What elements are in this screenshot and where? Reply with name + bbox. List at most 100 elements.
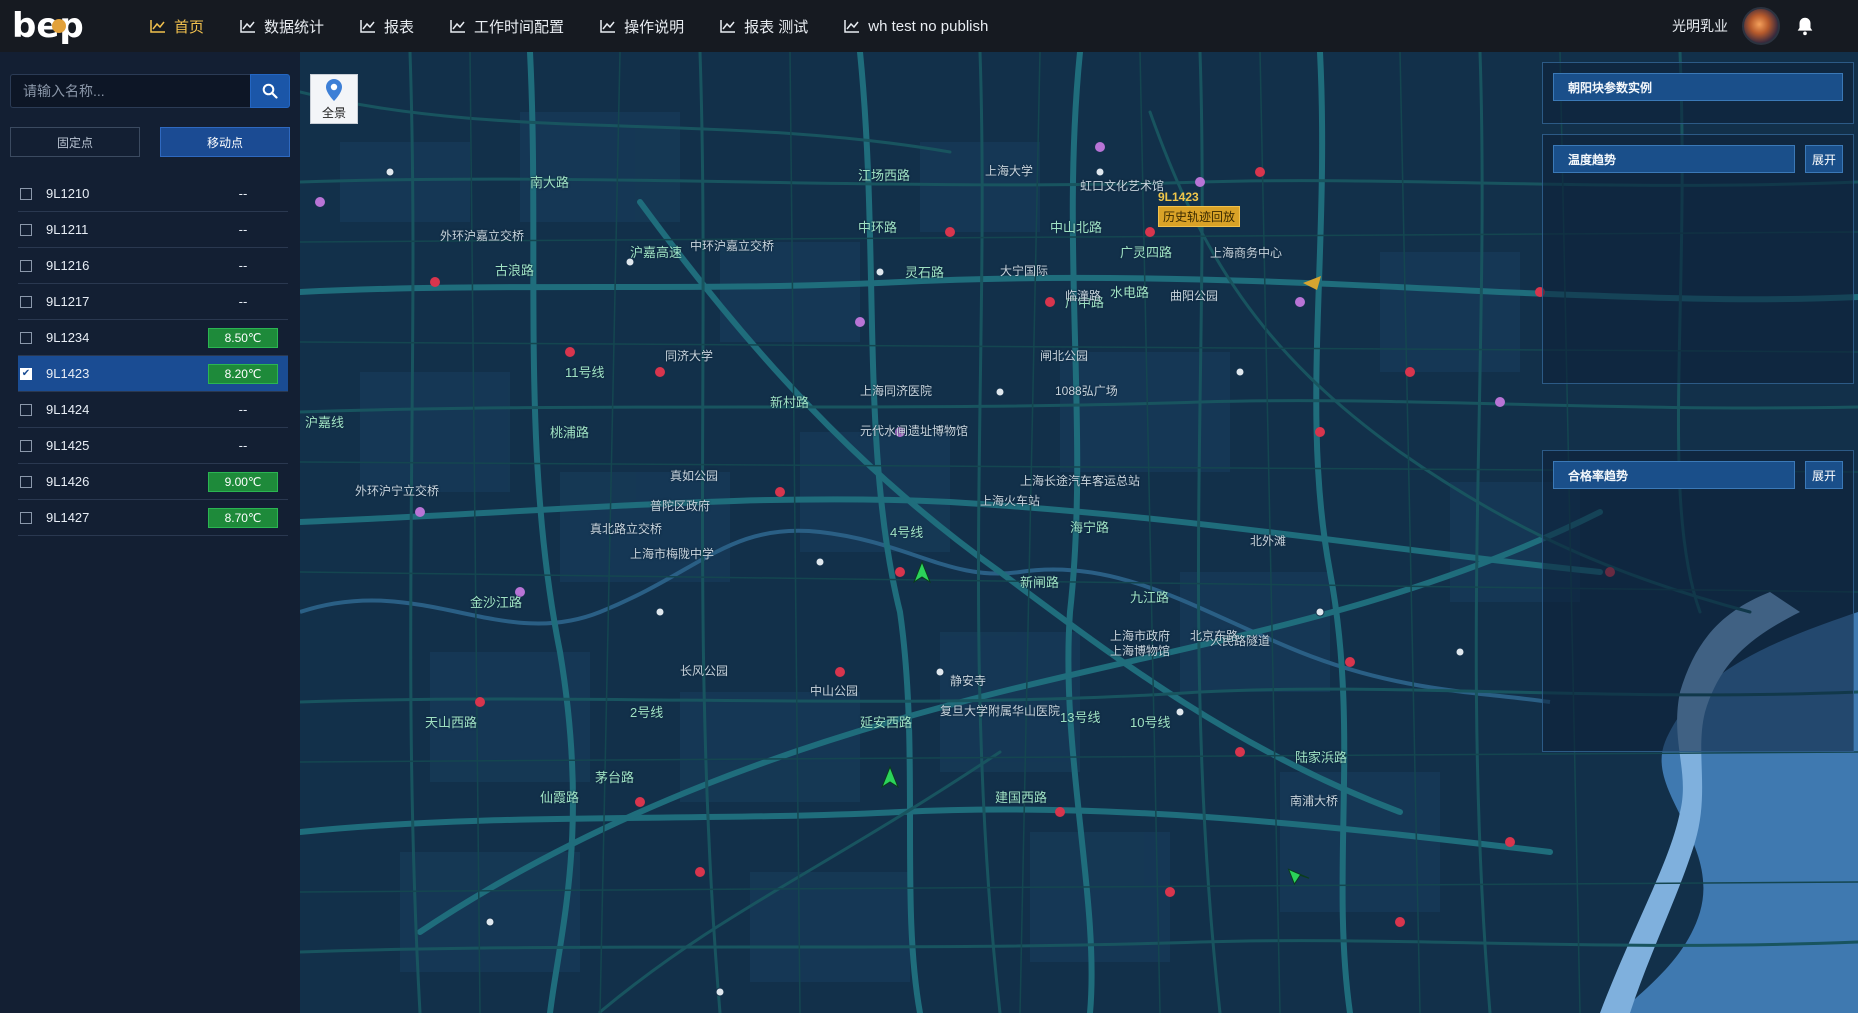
temperature-trend-title: 温度趋势 [1553,145,1795,173]
line-chart-icon [450,20,466,33]
map-road-label: 金沙江路 [470,595,523,610]
pass-rate-trend-panel: 合格率趋势 展开 [1542,450,1854,752]
map-place-label: 中山公园 [810,684,859,698]
map-road-label: 江场西路 [858,168,911,183]
map-place-label: 同济大学 [665,349,714,363]
map-place-label: 大宁国际 [1000,264,1049,278]
map-place-label: 外环沪嘉立交桥 [440,229,525,243]
device-checkbox[interactable] [20,331,32,344]
tab-mobile-points[interactable]: 移动点 [160,127,290,157]
map-road-label: 13号线 [1060,710,1101,725]
map-place-label: 上海市梅陇中学 [630,547,715,561]
map-road-label: 2号线 [630,705,664,720]
device-name: 9L1234 [46,330,90,345]
search-button[interactable] [250,74,290,108]
device-checkbox[interactable] [20,259,32,272]
map-place-label: 上海火车站 [980,494,1041,508]
map-road-label: 4号线 [890,525,924,540]
device-row[interactable]: 9L1211 -- [18,212,288,248]
map-place-label: 外环沪宁立交桥 [355,484,440,498]
device-row[interactable]: 9L1216 -- [18,248,288,284]
parameter-panel-title: 朝阳块参数实例 [1553,73,1843,101]
map-road-label: 海宁路 [1070,520,1110,535]
overview-button[interactable]: 全景 [310,74,358,124]
device-value: -- [238,258,248,273]
device-checkbox[interactable] [20,403,32,416]
device-checkbox[interactable] [20,187,32,200]
map-road-label: 建国西路 [995,790,1048,805]
map-place-label: 闸北公园 [1040,349,1089,363]
bell-icon[interactable] [1794,15,1816,37]
map-place-label: 北京东路 [1190,629,1239,643]
map-road-label: 南大路 [530,175,570,190]
device-checkbox[interactable] [20,475,32,488]
map-place-label: 南浦大桥 [1290,794,1339,808]
device-row[interactable]: 9L1427 8.70℃ [18,500,288,536]
device-row[interactable]: ✔ 9L1423 8.20℃ [18,356,288,392]
device-row[interactable]: 9L1210 -- [18,176,288,212]
nav-item-1[interactable]: 数据统计 [222,0,342,52]
device-name: 9L1217 [46,294,90,309]
map-place-label: 上海同济医院 [860,384,933,398]
temperature-expand-button[interactable]: 展开 [1805,145,1843,173]
temperature-badge: 9.00℃ [208,471,278,492]
device-row[interactable]: 9L1424 -- [18,392,288,428]
device-checkbox[interactable]: ✔ [20,367,32,380]
pass-rate-trend-title: 合格率趋势 [1553,461,1795,489]
line-chart-icon [150,20,165,33]
map-place-label: 北外滩 [1250,534,1287,548]
map-place-label: 真北路立交桥 [590,522,663,536]
map-road-label: 延安西路 [860,715,913,730]
nav-item-2[interactable]: 报表 [342,0,432,52]
nav-item-4[interactable]: 操作说明 [582,0,702,52]
tab-fixed-points[interactable]: 固定点 [10,127,140,157]
company-name: 光明乳业 [1672,18,1728,34]
device-name: 9L1427 [46,510,90,525]
device-checkbox[interactable] [20,511,32,524]
app-logo[interactable]: bep [0,0,132,52]
map-road-label: 茅台路 [595,770,635,785]
device-name: 9L1216 [46,258,90,273]
device-row[interactable]: 9L1217 -- [18,284,288,320]
device-row[interactable]: 9L1426 9.00℃ [18,464,288,500]
nav-item-label: 首页 [174,18,205,36]
map-place-label: 中环沪嘉立交桥 [690,239,775,253]
map-road-label: 古浪路 [495,263,535,278]
map-road-label: 广灵四路 [1120,245,1173,260]
map-road-label: 桃浦路 [550,425,590,440]
device-name: 9L1424 [46,402,90,417]
device-row[interactable]: 9L1234 8.50℃ [18,320,288,356]
temperature-badge: 8.50℃ [208,327,278,348]
history-playback-button[interactable]: 历史轨迹回放 [1158,206,1241,227]
device-checkbox[interactable] [20,439,32,452]
map-place-label: 虹口文化艺术馆 [1080,179,1165,193]
map-place-label: 静安寺 [950,674,987,688]
line-chart-icon [600,20,616,33]
logo-icon: bep [12,6,84,46]
map-place-label: 1088弘广场 [1055,384,1118,398]
map-road-label: 新闸路 [1020,575,1060,590]
search-input[interactable] [10,74,250,108]
map-place-label: 元代水闸遗址博物馆 [860,424,969,438]
device-sidebar: 固定点 移动点 9L1210 -- 9L1211 -- 9L1216 -- 9L1217 --… [0,52,300,1013]
line-chart-icon [720,20,736,33]
nav-item-label: 报表 [384,18,415,36]
device-checkbox[interactable] [20,295,32,308]
nav-item-5[interactable]: 报表 测试 [702,0,826,52]
nav-item-3[interactable]: 工作时间配置 [432,0,582,52]
device-row[interactable]: 9L1425 -- [18,428,288,464]
vehicle-id-label: 9L1423 [1158,190,1199,204]
map-place-label: 上海博物馆 [1110,644,1171,658]
map-road-label: 九江路 [1130,590,1170,605]
pass-rate-expand-button[interactable]: 展开 [1805,461,1843,489]
nav-item-label: 操作说明 [624,18,685,36]
device-name: 9L1423 [46,366,90,381]
svg-text:bep: bep [12,6,84,46]
device-checkbox[interactable] [20,223,32,236]
user-avatar[interactable] [1742,7,1780,45]
nav-item-6[interactable]: wh test no publish [826,0,1006,52]
device-value: -- [238,186,248,201]
map-road-label: 沪嘉高速 [630,245,683,260]
nav-item-0[interactable]: 首页 [132,0,222,52]
map-road-label: 灵石路 [905,265,945,280]
